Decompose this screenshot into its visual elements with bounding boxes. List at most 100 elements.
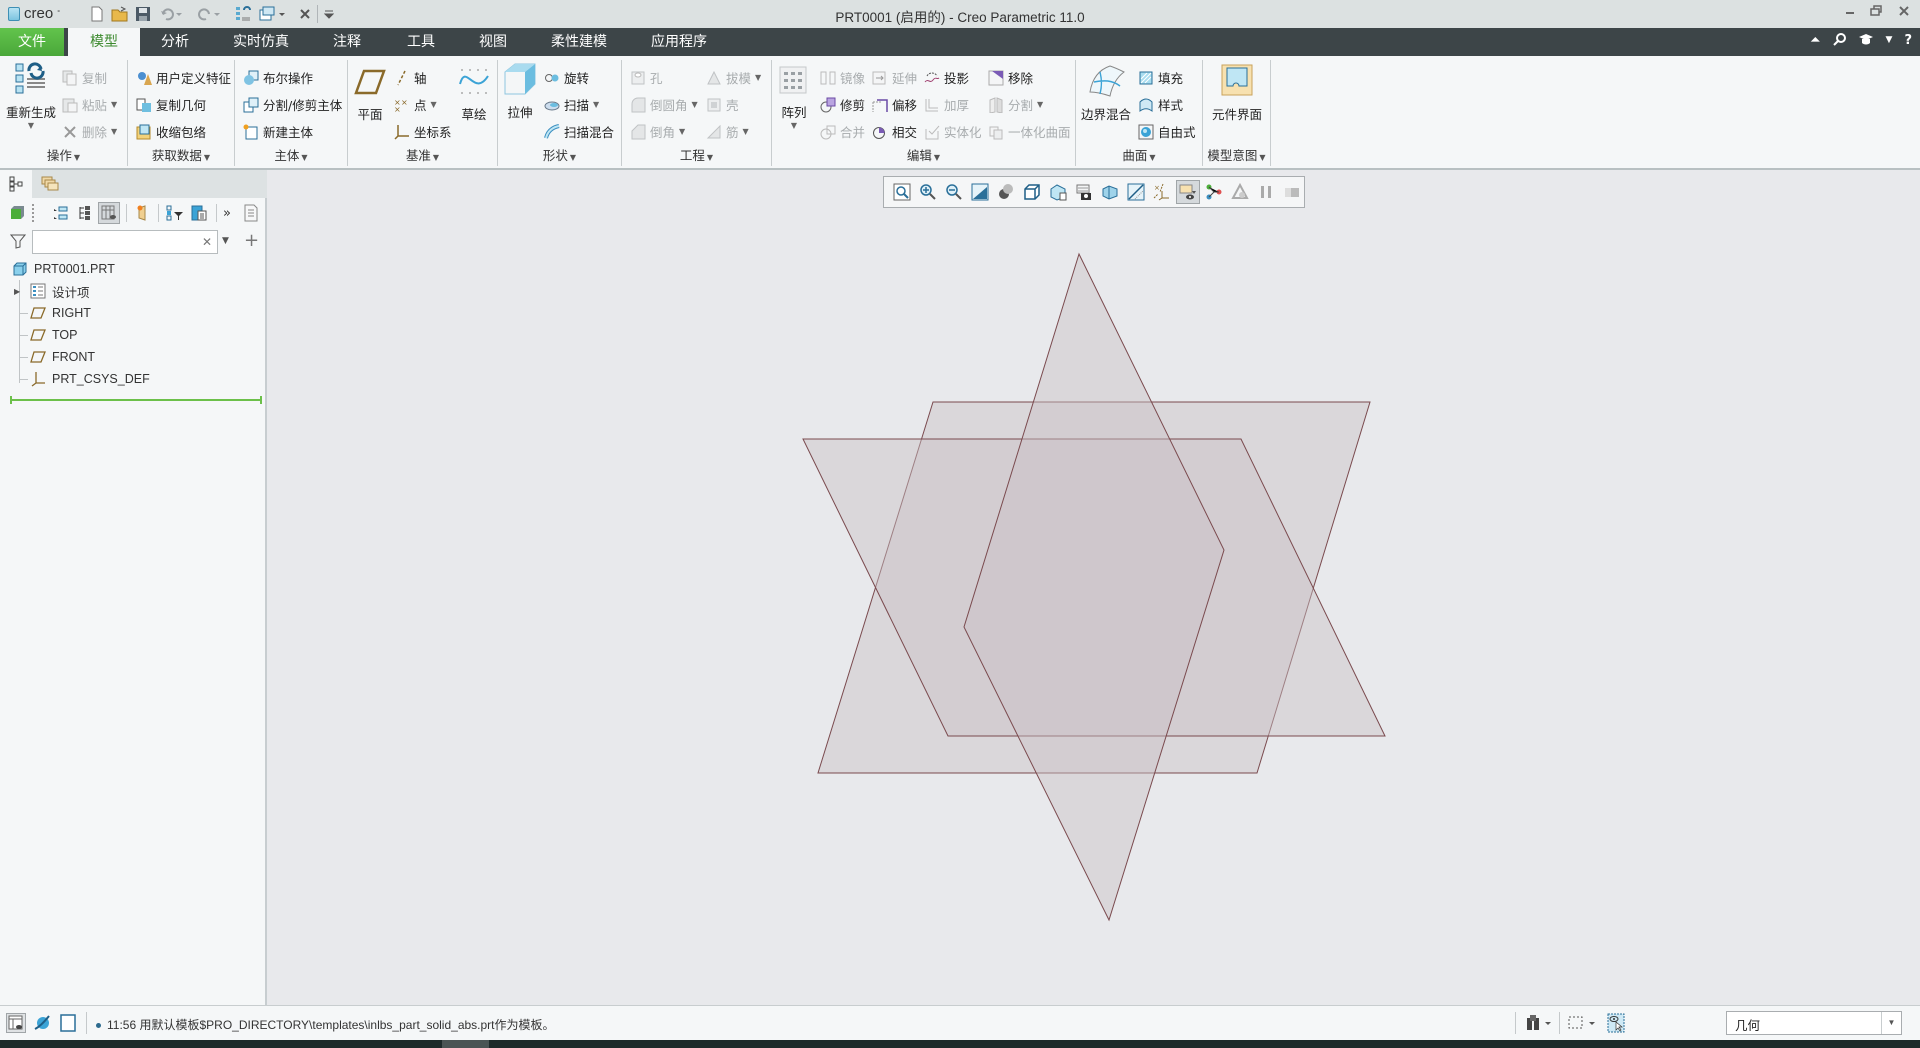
minimize-ribbon-icon[interactable]: ⏶ xyxy=(1810,33,1820,50)
style-button[interactable]: 样式 xyxy=(1138,95,1183,114)
tab-view[interactable]: 视图 xyxy=(468,28,518,56)
expand-arrow-icon[interactable]: ▶ xyxy=(14,287,24,296)
revolve-button[interactable]: 旋转 xyxy=(544,68,589,87)
tree-item-top[interactable]: TOP xyxy=(30,324,77,346)
section-icon[interactable] xyxy=(1098,180,1122,204)
rib-button[interactable]: 筋 ▼ xyxy=(706,122,749,141)
search-icon[interactable] xyxy=(1832,33,1846,50)
round-button[interactable]: 倒圆角 ▼ xyxy=(630,95,698,114)
browser-icon[interactable] xyxy=(32,1013,52,1033)
tab-applications[interactable]: 应用程序 xyxy=(642,28,716,56)
spin-center-icon[interactable] xyxy=(1202,180,1226,204)
display-style-icon[interactable] xyxy=(994,180,1018,204)
tree-columns-icon[interactable] xyxy=(98,202,120,224)
zoom-out-icon[interactable] xyxy=(942,180,966,204)
expand-all-icon[interactable] xyxy=(50,202,72,224)
thicken-button[interactable]: 加厚 xyxy=(924,95,969,114)
freestyle-button[interactable]: 自由式 xyxy=(1138,122,1196,141)
delete-button[interactable]: 删除 ▼ xyxy=(62,122,117,141)
zoom-in-icon[interactable] xyxy=(916,180,940,204)
tree-search-input[interactable] xyxy=(32,230,218,254)
sketch-button[interactable]: 草绘 xyxy=(456,64,492,123)
refit-icon[interactable] xyxy=(890,180,914,204)
hole-button[interactable]: 孔 xyxy=(630,68,663,87)
offset-button[interactable]: 偏移 xyxy=(872,95,917,114)
help-icon[interactable]: ? xyxy=(1904,33,1912,50)
simulation-icon[interactable] xyxy=(1228,180,1252,204)
solidify-button[interactable]: 实体化 xyxy=(924,122,982,141)
tree-filters-icon[interactable] xyxy=(164,202,186,224)
filter-icon[interactable] xyxy=(9,233,27,252)
tree-item-design-items[interactable]: ▶ 设计项 xyxy=(14,280,90,302)
tree-item-csys[interactable]: PRT_CSYS_DEF xyxy=(30,368,150,390)
add-filter-icon[interactable]: + xyxy=(244,230,259,251)
tree-settings-icon[interactable] xyxy=(188,202,210,224)
full-screen-icon[interactable] xyxy=(58,1013,78,1033)
pattern-dropdown-icon[interactable]: ▼ xyxy=(776,121,812,130)
mirror-button[interactable]: 镜像 xyxy=(820,68,865,87)
udf-button[interactable]: 用户定义特征 xyxy=(136,68,231,87)
boundary-blend-button[interactable]: 边界混合 xyxy=(1078,60,1134,123)
sweep-button[interactable]: 扫描 ▼ xyxy=(544,95,599,114)
chevron-down-icon[interactable]: ▼ xyxy=(1881,1012,1901,1034)
group-label-model-intent[interactable]: 模型意图 ▼ xyxy=(1203,145,1270,164)
pattern-button[interactable]: 阵列 ▼ xyxy=(776,62,812,130)
toggle-navigator-icon[interactable] xyxy=(6,1013,26,1033)
smart-selection-icon[interactable] xyxy=(1606,1013,1626,1033)
extrude-button[interactable]: 拉伸 xyxy=(502,62,538,121)
group-label-surfaces[interactable]: 曲面 ▼ xyxy=(1076,145,1202,164)
datum-plane-right[interactable] xyxy=(963,252,1225,922)
group-label-editing[interactable]: 编辑 ▼ xyxy=(772,145,1075,164)
suppressed-objects-icon[interactable] xyxy=(132,202,154,224)
folder-browser-tab[interactable] xyxy=(34,170,66,198)
show-body-icon[interactable] xyxy=(6,202,28,224)
boolean-operations-button[interactable]: 布尔操作 xyxy=(243,68,313,87)
datum-axis-button[interactable]: 轴 xyxy=(394,68,427,87)
repaint-icon[interactable] xyxy=(968,180,992,204)
group-label-datum[interactable]: 基准 ▼ xyxy=(348,145,497,164)
merge-button[interactable]: 合并 xyxy=(820,122,865,141)
tab-flexible-modeling[interactable]: 柔性建模 xyxy=(544,28,614,56)
model-tree-tab[interactable] xyxy=(0,170,32,198)
datum-display-icon[interactable]: × xyxy=(1150,180,1174,204)
group-label-body[interactable]: 主体 ▼ xyxy=(235,145,347,164)
pause-icon[interactable] xyxy=(1254,180,1278,204)
learning-connector-icon[interactable] xyxy=(1858,33,1874,50)
group-label-engineering[interactable]: 工程 ▼ xyxy=(622,145,771,164)
datum-point-button[interactable]: × × × 点 ▼ xyxy=(394,95,437,114)
regenerate-button[interactable]: 重新生成 ▼ xyxy=(4,62,58,130)
minimize-button[interactable] xyxy=(1840,4,1860,22)
split-button[interactable]: 分割 ▼ xyxy=(988,95,1043,114)
chamfer-button[interactable]: 倒角 ▼ xyxy=(630,122,685,141)
annotation-display-icon[interactable] xyxy=(1176,180,1200,204)
trim-button[interactable]: 修剪 xyxy=(820,95,865,114)
csys-button[interactable]: 坐标系 xyxy=(394,122,452,141)
find-icon[interactable] xyxy=(1524,1013,1554,1033)
show-details-icon[interactable] xyxy=(240,202,262,224)
tree-item-right[interactable]: RIGHT xyxy=(30,302,91,324)
project-button[interactable]: 投影 xyxy=(924,68,969,87)
tab-live-simulation[interactable]: 实时仿真 xyxy=(224,28,298,56)
perspective-icon[interactable] xyxy=(1072,180,1096,204)
close-button[interactable] xyxy=(1894,4,1914,22)
new-body-button[interactable]: 新建主体 xyxy=(243,122,313,141)
selection-filter-dropdown[interactable]: 几何 ▼ xyxy=(1726,1011,1902,1035)
paste-button[interactable]: 粘贴 ▼ xyxy=(62,95,117,114)
collapse-all-icon[interactable] xyxy=(74,202,96,224)
clear-search-icon[interactable]: ✕ xyxy=(202,235,212,249)
shrinkwrap-button[interactable]: 收缩包络 xyxy=(136,122,206,141)
shell-button[interactable]: 壳 xyxy=(706,95,739,114)
view-manager-icon[interactable] xyxy=(1046,180,1070,204)
search-options-dropdown-icon[interactable]: ▼ xyxy=(222,236,229,246)
tab-file[interactable]: 文件 xyxy=(0,28,64,56)
taskbar-item[interactable] xyxy=(442,1040,489,1048)
selection-box-icon[interactable] xyxy=(1566,1013,1598,1033)
plane-display-icon[interactable] xyxy=(1124,180,1148,204)
component-interface-button[interactable]: 元件界面 xyxy=(1207,62,1267,123)
tree-item-root[interactable]: PRT0001.PRT xyxy=(12,258,115,280)
copy-geometry-button[interactable]: 复制几何 xyxy=(136,95,206,114)
dropdown-icon[interactable]: ▼ xyxy=(1886,33,1893,50)
datum-plane-button[interactable]: 平面 xyxy=(352,64,388,123)
swept-blend-button[interactable]: 扫描混合 xyxy=(544,122,614,141)
copy-button[interactable]: 复制 xyxy=(62,68,107,87)
